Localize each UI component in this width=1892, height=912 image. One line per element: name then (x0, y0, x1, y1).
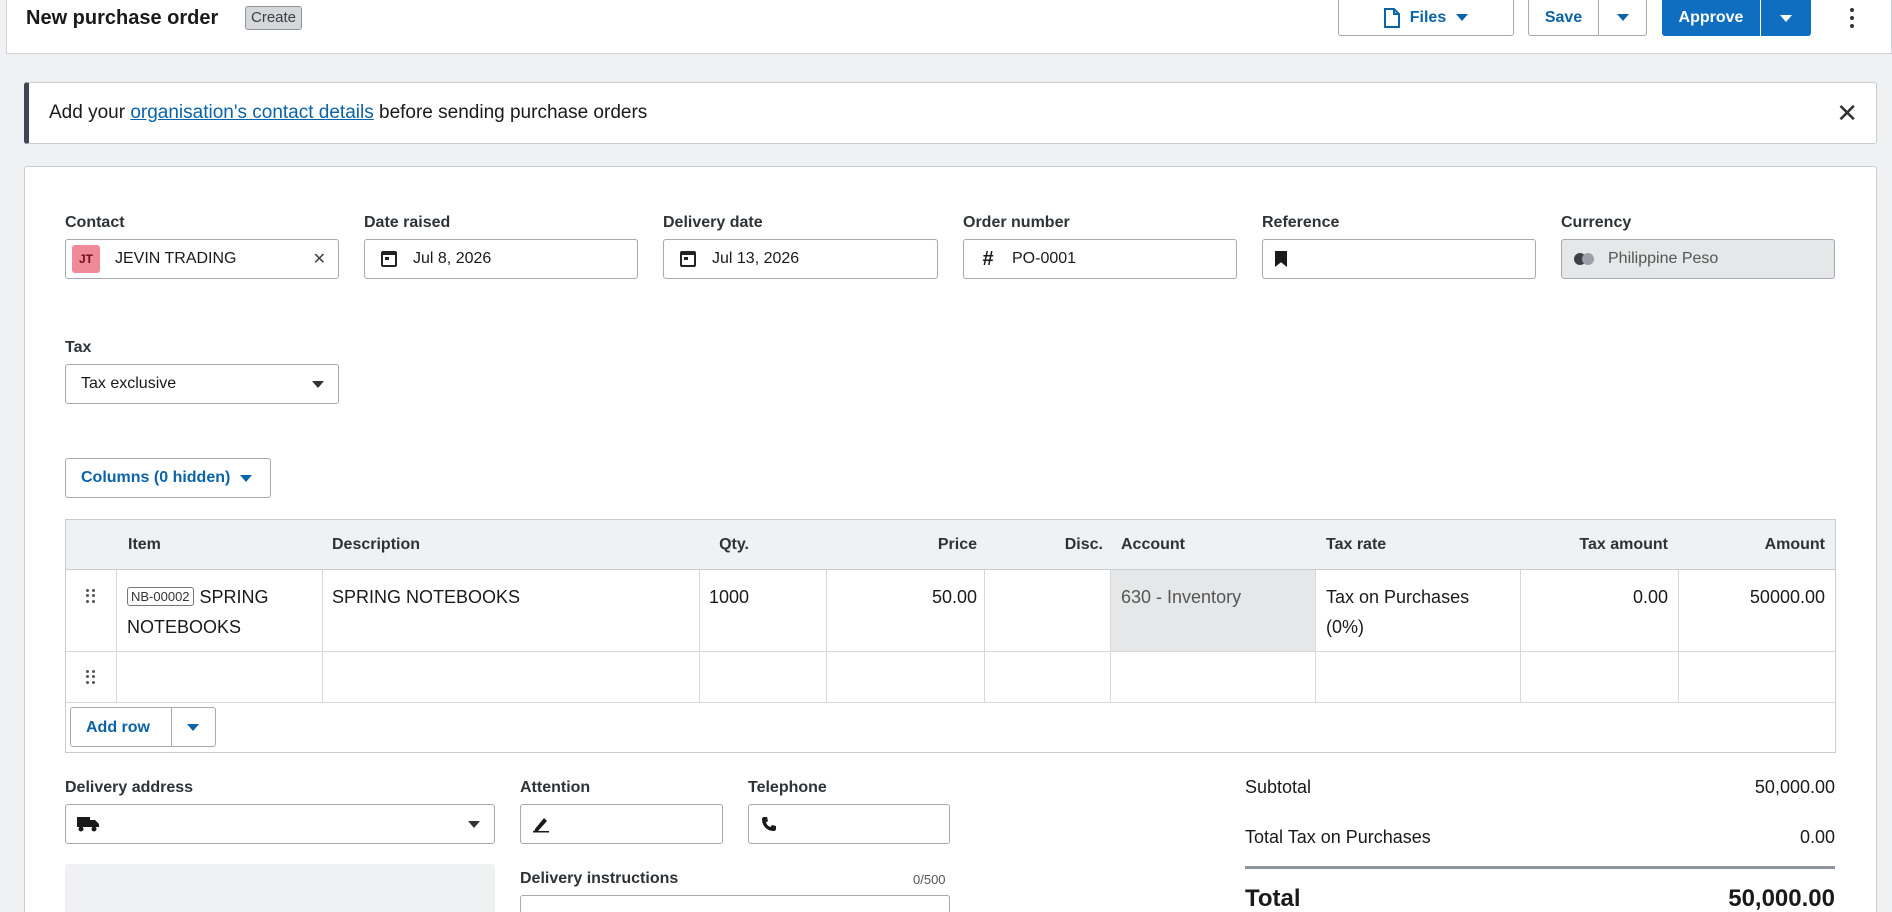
item-code-badge: NB-00002 (127, 587, 194, 606)
header-disc: Disc. (1064, 536, 1103, 553)
order-number-label: Order number (963, 214, 1070, 231)
subtotal-value: 50,000.00 (1754, 777, 1835, 797)
drag-handle-icon[interactable] (86, 589, 96, 603)
header-item: Item (128, 536, 161, 553)
avatar: JT (72, 245, 100, 273)
save-options-button[interactable] (1598, 0, 1647, 36)
drag-handle-icon[interactable] (86, 670, 96, 684)
bookmark-icon (1275, 251, 1287, 267)
chevron-down-icon (240, 474, 253, 482)
currency-icon (1574, 253, 1596, 265)
chevron-down-icon (1780, 14, 1792, 22)
add-row-button[interactable]: Add row (70, 707, 216, 747)
contact-value: JEVIN TRADING (115, 250, 237, 267)
delivery-address-label: Delivery address (65, 779, 194, 796)
header-amount: Amount (1764, 536, 1825, 553)
hash-icon: # (982, 247, 994, 270)
delivery-instructions-input[interactable] (520, 895, 950, 912)
header-description: Description (332, 536, 421, 553)
qty-cell[interactable]: 1000 (709, 582, 749, 612)
status-badge: Create (245, 6, 303, 30)
page-title: New purchase order (26, 7, 219, 29)
chevron-down-icon (312, 381, 324, 388)
pen-icon (533, 818, 549, 833)
close-icon[interactable]: ✕ (1836, 100, 1858, 126)
tax-label: Tax (65, 339, 92, 356)
reference-field[interactable] (1262, 239, 1536, 279)
calendar-icon (680, 251, 696, 267)
approve-options-button[interactable] (1761, 0, 1811, 36)
attention-label: Attention (520, 779, 591, 796)
character-count: 0/500 (913, 872, 946, 887)
clear-icon[interactable]: ✕ (313, 249, 326, 269)
date-raised-label: Date raised (364, 214, 451, 231)
table-header: Item Description Qty. Price Disc. Accoun… (66, 520, 1835, 570)
delivery-address-select[interactable] (65, 804, 495, 844)
currency-value: Philippine Peso (1608, 250, 1719, 267)
chevron-down-icon (1456, 14, 1469, 21)
reference-label: Reference (1262, 214, 1340, 231)
total-value: 50,000.00 (1728, 885, 1835, 912)
banner-prefix: Add your (49, 102, 131, 123)
delivery-date-label: Delivery date (663, 214, 763, 231)
header-price: Price (937, 536, 977, 553)
contact-details-link[interactable]: organisation's contact details (130, 102, 373, 123)
save-label: Save (1544, 8, 1583, 26)
phone-icon (762, 817, 776, 831)
total-tax-value: 0.00 (1799, 827, 1835, 847)
tax-select[interactable]: Tax exclusive (65, 364, 339, 404)
truck-icon (77, 817, 99, 832)
order-number-value: PO-0001 (1012, 250, 1077, 267)
account-cell: 630 - Inventory (1121, 587, 1242, 607)
date-raised-value: Jul 8, 2026 (413, 250, 492, 267)
files-label: Files (1409, 8, 1447, 26)
line-items-table: Item Description Qty. Price Disc. Accoun… (65, 519, 1836, 753)
delivery-date-value: Jul 13, 2026 (712, 250, 800, 267)
item-cell[interactable]: NB-00002 SPRING NOTEBOOKS (127, 582, 317, 642)
tax-value: Tax exclusive (81, 375, 177, 392)
chevron-down-icon[interactable] (187, 724, 199, 731)
banner-suffix: before sending purchase orders (373, 102, 648, 123)
amount-cell[interactable]: 50000.00 (1750, 582, 1825, 612)
file-icon (1383, 7, 1400, 28)
contact-label: Contact (65, 214, 125, 231)
header-qty: Qty. (719, 536, 749, 553)
subtotal-label: Subtotal (1245, 777, 1312, 797)
header-tax-rate: Tax rate (1326, 536, 1387, 553)
more-options-icon[interactable] (1844, 6, 1860, 30)
header-account: Account (1121, 536, 1185, 553)
telephone-label: Telephone (748, 779, 827, 796)
tax-amount-cell[interactable]: 0.00 (1633, 582, 1668, 612)
approve-button[interactable]: Approve (1662, 0, 1760, 36)
order-number-field[interactable]: # PO-0001 (963, 239, 1237, 279)
calendar-icon (381, 251, 397, 267)
delivery-instructions-label: Delivery instructions (520, 870, 679, 887)
attention-input[interactable] (520, 804, 723, 844)
approve-label: Approve (1678, 9, 1744, 26)
add-row-label: Add row (86, 719, 150, 736)
tax-rate-cell[interactable]: Tax on Purchases (0%) (1326, 582, 1501, 642)
price-cell[interactable]: 50.00 (932, 582, 977, 612)
save-button[interactable]: Save (1528, 0, 1599, 36)
telephone-input[interactable] (748, 804, 950, 844)
chevron-down-icon (468, 821, 480, 828)
currency-field: Philippine Peso (1561, 239, 1835, 279)
description-cell[interactable]: SPRING NOTEBOOKS (332, 582, 520, 612)
columns-label: Columns (0 hidden) (81, 469, 231, 486)
total-divider (1245, 866, 1835, 869)
notification-banner: Add your organisation's contact details … (24, 82, 1877, 144)
delivery-date-field[interactable]: Jul 13, 2026 (663, 239, 938, 279)
date-raised-field[interactable]: Jul 8, 2026 (364, 239, 638, 279)
contact-field[interactable]: JT JEVIN TRADING ✕ (65, 239, 339, 279)
currency-label: Currency (1561, 214, 1632, 231)
chevron-down-icon (1616, 14, 1629, 21)
address-preview (65, 864, 495, 912)
total-tax-label: Total Tax on Purchases (1245, 827, 1431, 847)
files-button[interactable]: Files (1338, 0, 1514, 36)
columns-button[interactable]: Columns (0 hidden) (65, 458, 271, 498)
header-tax-amount: Tax amount (1579, 536, 1668, 553)
total-label: Total (1245, 885, 1301, 912)
